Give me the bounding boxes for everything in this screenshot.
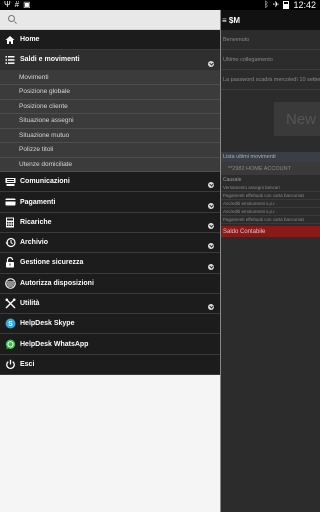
hash-icon: #	[14, 0, 20, 9]
search-bar	[0, 10, 220, 30]
menu-item-helpdesk-skype[interactable]: S HelpDesk Skype	[0, 314, 220, 335]
submenu-item-situazione-mutuo[interactable]: Situazione mutuo	[0, 129, 220, 144]
expand-icon[interactable]	[208, 243, 214, 250]
app-line: Accrediti emolumenti s.p.r.	[220, 200, 320, 208]
search-icon	[8, 15, 15, 22]
menu-item-home[interactable]: Home	[0, 30, 220, 51]
app-section-title: Lista ultimi movimenti	[220, 152, 320, 162]
menu-item-label: Utilità	[20, 300, 40, 308]
battery-icon	[283, 1, 290, 9]
bluetooth-icon: ᛒ	[263, 0, 269, 9]
power-icon	[4, 358, 16, 370]
menu-item-archivio[interactable]: Archivio	[0, 232, 220, 254]
lock-icon	[4, 257, 16, 269]
status-bar: Ψ # ▣ ᛒ ✈ 12:42	[0, 0, 320, 10]
menu-item-label: Pagamenti	[20, 198, 56, 206]
stack-icon	[4, 277, 16, 289]
expand-icon[interactable]	[208, 202, 214, 209]
menu-item-label: HelpDesk WhatsApp	[20, 340, 89, 348]
calculator-icon	[4, 216, 16, 228]
app-small-label: Causale	[223, 176, 242, 183]
menu-item-ricariche[interactable]: Ricariche	[0, 212, 220, 233]
svg-text:S: S	[8, 321, 13, 328]
usb-icon: Ψ	[4, 0, 11, 9]
expand-icon[interactable]	[208, 263, 214, 270]
app-line: Pagamenti effettuati con carta bancomat	[220, 192, 320, 200]
menu-item-label: Home	[20, 36, 40, 44]
background-app: ≡ $M Benvenuto Ultimo collegamento La pa…	[220, 10, 320, 512]
search-input[interactable]	[20, 13, 210, 27]
expand-icon[interactable]	[208, 304, 214, 311]
app-line: Versamento assegni bancari	[220, 184, 320, 192]
status-time: 12:42	[293, 0, 316, 10]
navigation-drawer: Home Saldi e movimenti Movimenti Posizio…	[0, 10, 220, 512]
app-logo: ≡ $M	[222, 15, 241, 25]
menu-item-label: HelpDesk Skype	[20, 320, 75, 328]
submenu-item-utenze-domiciliate[interactable]: Utenze domiciliate	[0, 158, 220, 173]
skype-icon: S	[4, 318, 16, 330]
app-row-welcome: Benvenuto	[220, 30, 320, 50]
app-row-last-login: Ultimo collegamento	[220, 50, 320, 70]
app-row-password: La password scadrà mercoledì 10 settembr…	[220, 70, 320, 90]
menu-item-label: Saldi e movimenti	[20, 56, 80, 64]
list-icon	[4, 54, 16, 66]
app-banner[interactable]: New	[274, 102, 320, 136]
keyboard-icon	[4, 176, 16, 188]
menu-item-label: Comunicazioni	[20, 178, 70, 186]
home-icon	[4, 34, 16, 46]
app-line: Accrediti emolumenti s.p.r.	[220, 208, 320, 216]
collapse-icon[interactable]	[208, 60, 214, 67]
expand-icon[interactable]	[208, 222, 214, 229]
menu-item-label: Gestione sicurezza	[20, 259, 84, 267]
menu-item-esci[interactable]: Esci	[0, 354, 220, 376]
menu-item-label: Esci	[20, 360, 35, 368]
app-line: Pagamenti effettuati con carta bancomat	[220, 216, 320, 224]
menu-item-saldi-movimenti[interactable]: Saldi e movimenti	[0, 50, 220, 71]
menu-item-helpdesk-whatsapp[interactable]: HelpDesk WhatsApp	[0, 334, 220, 355]
menu-item-autorizza-disposizioni[interactable]: Autorizza disposizioni	[0, 273, 220, 294]
app-saldo: Saldo Contabile	[220, 226, 320, 237]
menu-item-pagamenti[interactable]: Pagamenti	[0, 192, 220, 213]
submenu-item-posizione-cliente[interactable]: Posizione cliente	[0, 100, 220, 115]
card-icon	[4, 196, 16, 208]
menu-item-label: Ricariche	[20, 218, 52, 226]
menu-item-utilita[interactable]: Utilità	[0, 293, 220, 315]
tools-icon	[4, 298, 16, 310]
menu-item-comunicazioni[interactable]: Comunicazioni	[0, 172, 220, 193]
airplane-icon: ✈	[272, 0, 280, 9]
expand-icon[interactable]	[208, 182, 214, 189]
history-icon	[4, 237, 16, 249]
whatsapp-icon	[4, 338, 16, 350]
submenu-item-situazione-assegni[interactable]: Situazione assegni	[0, 114, 220, 129]
submenu-item-posizione-globale[interactable]: Posizione globale	[0, 85, 220, 100]
submenu-item-polizze-titoli[interactable]: Polizze titoli	[0, 143, 220, 158]
app-header: ≡ $M	[220, 10, 320, 30]
menu-item-label: Autorizza disposizioni	[20, 279, 94, 287]
briefcase-icon: ▣	[23, 0, 31, 9]
submenu-saldi-movimenti: Movimenti Posizione globale Posizione cl…	[0, 70, 220, 173]
app-account[interactable]: **2982 HOME ACCOUNT	[220, 162, 320, 175]
menu-item-gestione-sicurezza[interactable]: Gestione sicurezza	[0, 253, 220, 274]
submenu-item-movimenti[interactable]: Movimenti	[0, 71, 220, 86]
menu-item-label: Archivio	[20, 239, 49, 247]
